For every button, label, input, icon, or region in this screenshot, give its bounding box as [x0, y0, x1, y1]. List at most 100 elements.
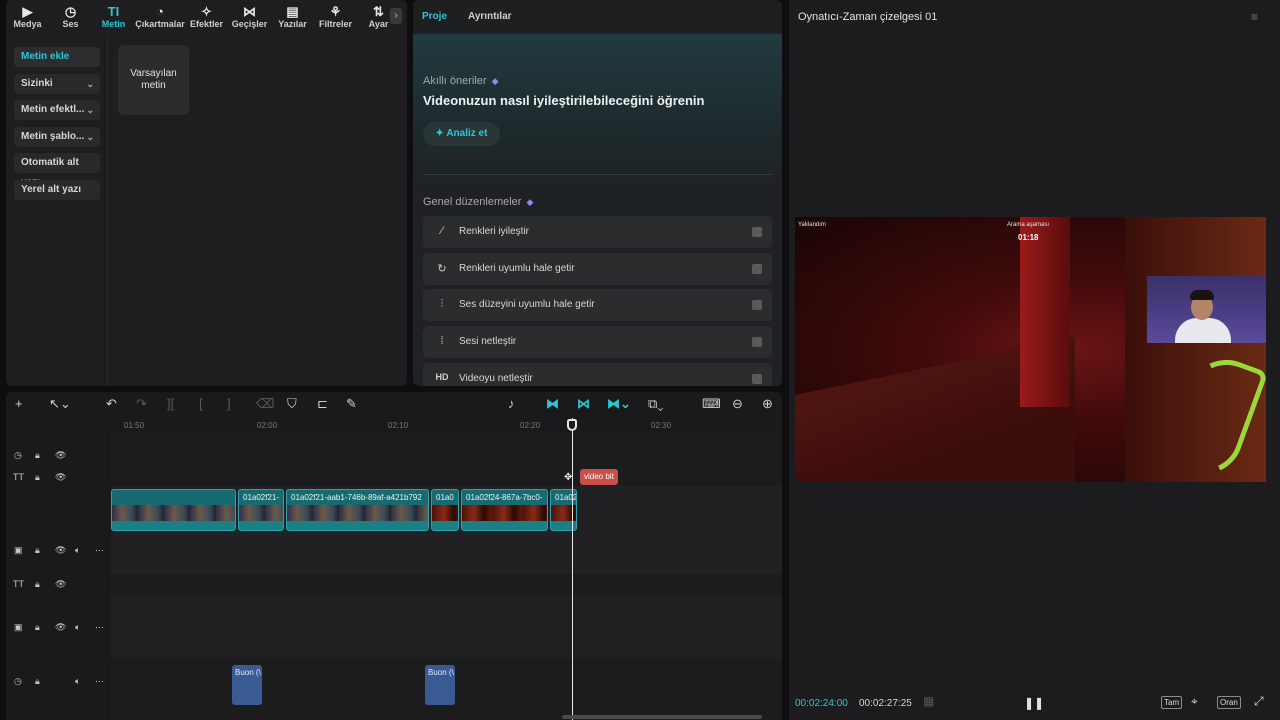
fullscreen-icon[interactable]: ⤢ [1254, 694, 1264, 709]
option-label: Renkleri iyileştir [459, 226, 530, 237]
clip-thumbnails [462, 505, 547, 521]
option-ses-duzeyi[interactable]: ⫶ Ses düzeyini uyumlu hale getir [423, 289, 772, 321]
ruler-tick: 02:20 [520, 421, 541, 430]
video-preview[interactable]: Yaklandım Arama aşaması 01:18 [795, 217, 1266, 482]
video-clip[interactable]: 01a02f21- [238, 489, 284, 531]
snap-icon[interactable]: ⧓⌄ [607, 397, 631, 411]
tab-ses[interactable]: ◷ Ses [49, 0, 92, 36]
time-ruler[interactable]: 01:50 02:00 02:10 02:20 02:30 [111, 418, 782, 432]
preview-axis-icon[interactable]: ⧉⌄ [648, 397, 663, 411]
speaker-icon[interactable]: 🔈︎ [75, 545, 80, 556]
eye-icon[interactable]: 👁︎ [55, 545, 66, 556]
undo-icon[interactable]: ↶ [106, 397, 117, 411]
menu-icon[interactable]: ≡ [1251, 10, 1258, 24]
sidebar-item-metin-ekle[interactable]: Metin ekle [14, 47, 100, 67]
option-toggle[interactable] [752, 337, 762, 347]
tab-yazilar[interactable]: ▤ Yazılar [271, 0, 314, 36]
analyze-button[interactable]: ✦ Analiz et [423, 122, 500, 146]
option-toggle[interactable] [752, 227, 762, 237]
text-icon: TI [107, 4, 120, 19]
sidebar-item-metin-efektleri[interactable]: Metin efektl... ⌄ [14, 100, 100, 120]
marker-label[interactable]: video bit [580, 469, 618, 485]
chevron-down-icon: ⌄ [86, 132, 94, 142]
tab-label: Geçişler [231, 19, 268, 29]
audio-clip[interactable]: Buon (\ [425, 665, 455, 705]
trim-left-icon[interactable]: [ [199, 397, 203, 411]
chevron-right-icon[interactable]: › [390, 8, 402, 24]
speaker-icon[interactable]: 🔈︎ [75, 676, 80, 687]
more-icon[interactable]: ⋯ [95, 676, 104, 687]
player-title: Oynatıcı-Zaman çizelgesi 01 [798, 11, 938, 23]
more-icon[interactable]: ⋯ [95, 545, 104, 556]
lock-icon[interactable]: 🔒︎ [35, 676, 40, 687]
speaker-icon[interactable]: 🔈︎ [75, 622, 80, 633]
sidebar-item-otomatik-alt-yazi[interactable]: Otomatik alt yazı [14, 153, 100, 188]
zoom-out-icon[interactable]: ⊖ [732, 397, 743, 411]
eye-icon[interactable]: 👁︎ [55, 450, 66, 461]
tab-metin[interactable]: TI Metin [92, 0, 135, 36]
pause-icon[interactable]: ❚❚ [1024, 696, 1044, 710]
zoom-fit-icon[interactable]: ⌖ [1191, 694, 1198, 709]
full-button[interactable]: Tam [1161, 696, 1183, 709]
split-icon[interactable]: ][ [167, 397, 174, 411]
grid-icon[interactable]: ▦ [923, 694, 934, 708]
lock-icon[interactable]: 🔒︎ [35, 450, 40, 461]
more-icon[interactable]: ⋯ [95, 622, 104, 633]
ratio-button[interactable]: Oran [1217, 696, 1241, 709]
zoom-in-icon[interactable]: ⊕ [762, 397, 773, 411]
video-clip[interactable]: 01a02f21-aab1-746b-89af-a421b792 [286, 489, 429, 531]
sidebar-item-metin-sablonlari[interactable]: Metin şablo... ⌄ [14, 127, 100, 147]
option-toggle[interactable] [752, 264, 762, 274]
suggestion-headline: Videonuzun nasıl iyileştirilebileceğini … [423, 93, 705, 108]
adjust-icon: ⇅ [373, 4, 384, 19]
effects-icon: ✧ [201, 4, 212, 19]
eye-icon[interactable]: 👁︎ [55, 622, 66, 633]
card-label: Varsayılan metin [130, 68, 177, 91]
tab-efektler[interactable]: ✧ Efektler [185, 0, 228, 36]
crop-icon[interactable]: ⊏ [317, 397, 328, 411]
tab-medya[interactable]: ▶ Medya [6, 0, 49, 36]
microphone-icon[interactable]: ♪ [508, 397, 515, 411]
trim-right-icon[interactable]: ] [227, 397, 231, 411]
option-videoyu-netlestir[interactable]: HD Videoyu netleştir [423, 363, 772, 386]
tab-cikartmalar[interactable]: ◔ Çıkartmalar [135, 0, 185, 36]
default-text-card[interactable]: Varsayılan metin [118, 45, 189, 115]
link-icon[interactable]: ⧓ [546, 397, 559, 411]
lock-icon[interactable]: 🔒︎ [35, 545, 40, 556]
eye-icon[interactable]: 👁︎ [55, 472, 66, 483]
redo-icon[interactable]: ↷ [136, 397, 147, 411]
option-renkleri-uyumlu[interactable]: ↻ Renkleri uyumlu hale getir [423, 253, 772, 285]
color-match-icon: ↻ [437, 263, 447, 275]
clip-thumbnails [239, 505, 283, 521]
delete-icon[interactable]: ⌫ [256, 397, 274, 411]
sidebar-item-yerel-alt-yazi[interactable]: Yerel alt yazı [14, 180, 100, 200]
magnet-icon[interactable]: ⋈ [577, 397, 590, 411]
add-icon[interactable]: + [15, 397, 23, 411]
tab-ayrintilar[interactable]: Ayrıntılar [468, 11, 512, 22]
timeline-scrollbar[interactable] [562, 715, 762, 719]
lock-icon[interactable]: 🔒︎ [35, 579, 40, 590]
option-toggle[interactable] [752, 374, 762, 384]
video-clip[interactable] [111, 489, 236, 531]
clock-icon: ◷ [14, 450, 22, 460]
lock-icon[interactable]: 🔒︎ [35, 622, 40, 633]
eye-icon[interactable]: 👁︎ [55, 579, 66, 590]
playhead[interactable] [572, 418, 573, 720]
audio-clip[interactable]: Buon (\ [232, 665, 262, 705]
playhead-handle[interactable] [567, 419, 577, 431]
shield-icon[interactable]: ⛉ [287, 397, 297, 411]
sidebar-item-sizinki[interactable]: Sizinki ⌄ [14, 74, 100, 94]
pen-icon[interactable]: ✎ [346, 397, 357, 411]
keyboard-icon[interactable]: ⌨ [702, 397, 721, 411]
lock-icon[interactable]: 🔒︎ [35, 472, 40, 483]
tab-filtreler[interactable]: ⚘ Filtreler [314, 0, 357, 36]
sticker-icon: ◔ [156, 4, 164, 19]
video-clip[interactable]: 01a02f24-867a-7bc0- [461, 489, 548, 531]
tab-gecisler[interactable]: ⋈ Geçişler [228, 0, 271, 36]
tab-proje[interactable]: Proje [422, 11, 447, 22]
select-tool-icon[interactable]: ↖⌄ [49, 397, 71, 411]
option-sesi-netlestir[interactable]: ⁞ Sesi netleştir [423, 326, 772, 358]
option-toggle[interactable] [752, 300, 762, 310]
video-clip[interactable]: 01a0 [431, 489, 459, 531]
option-renkleri-iyilestir[interactable]: ⁄ Renkleri iyileştir [423, 216, 772, 248]
